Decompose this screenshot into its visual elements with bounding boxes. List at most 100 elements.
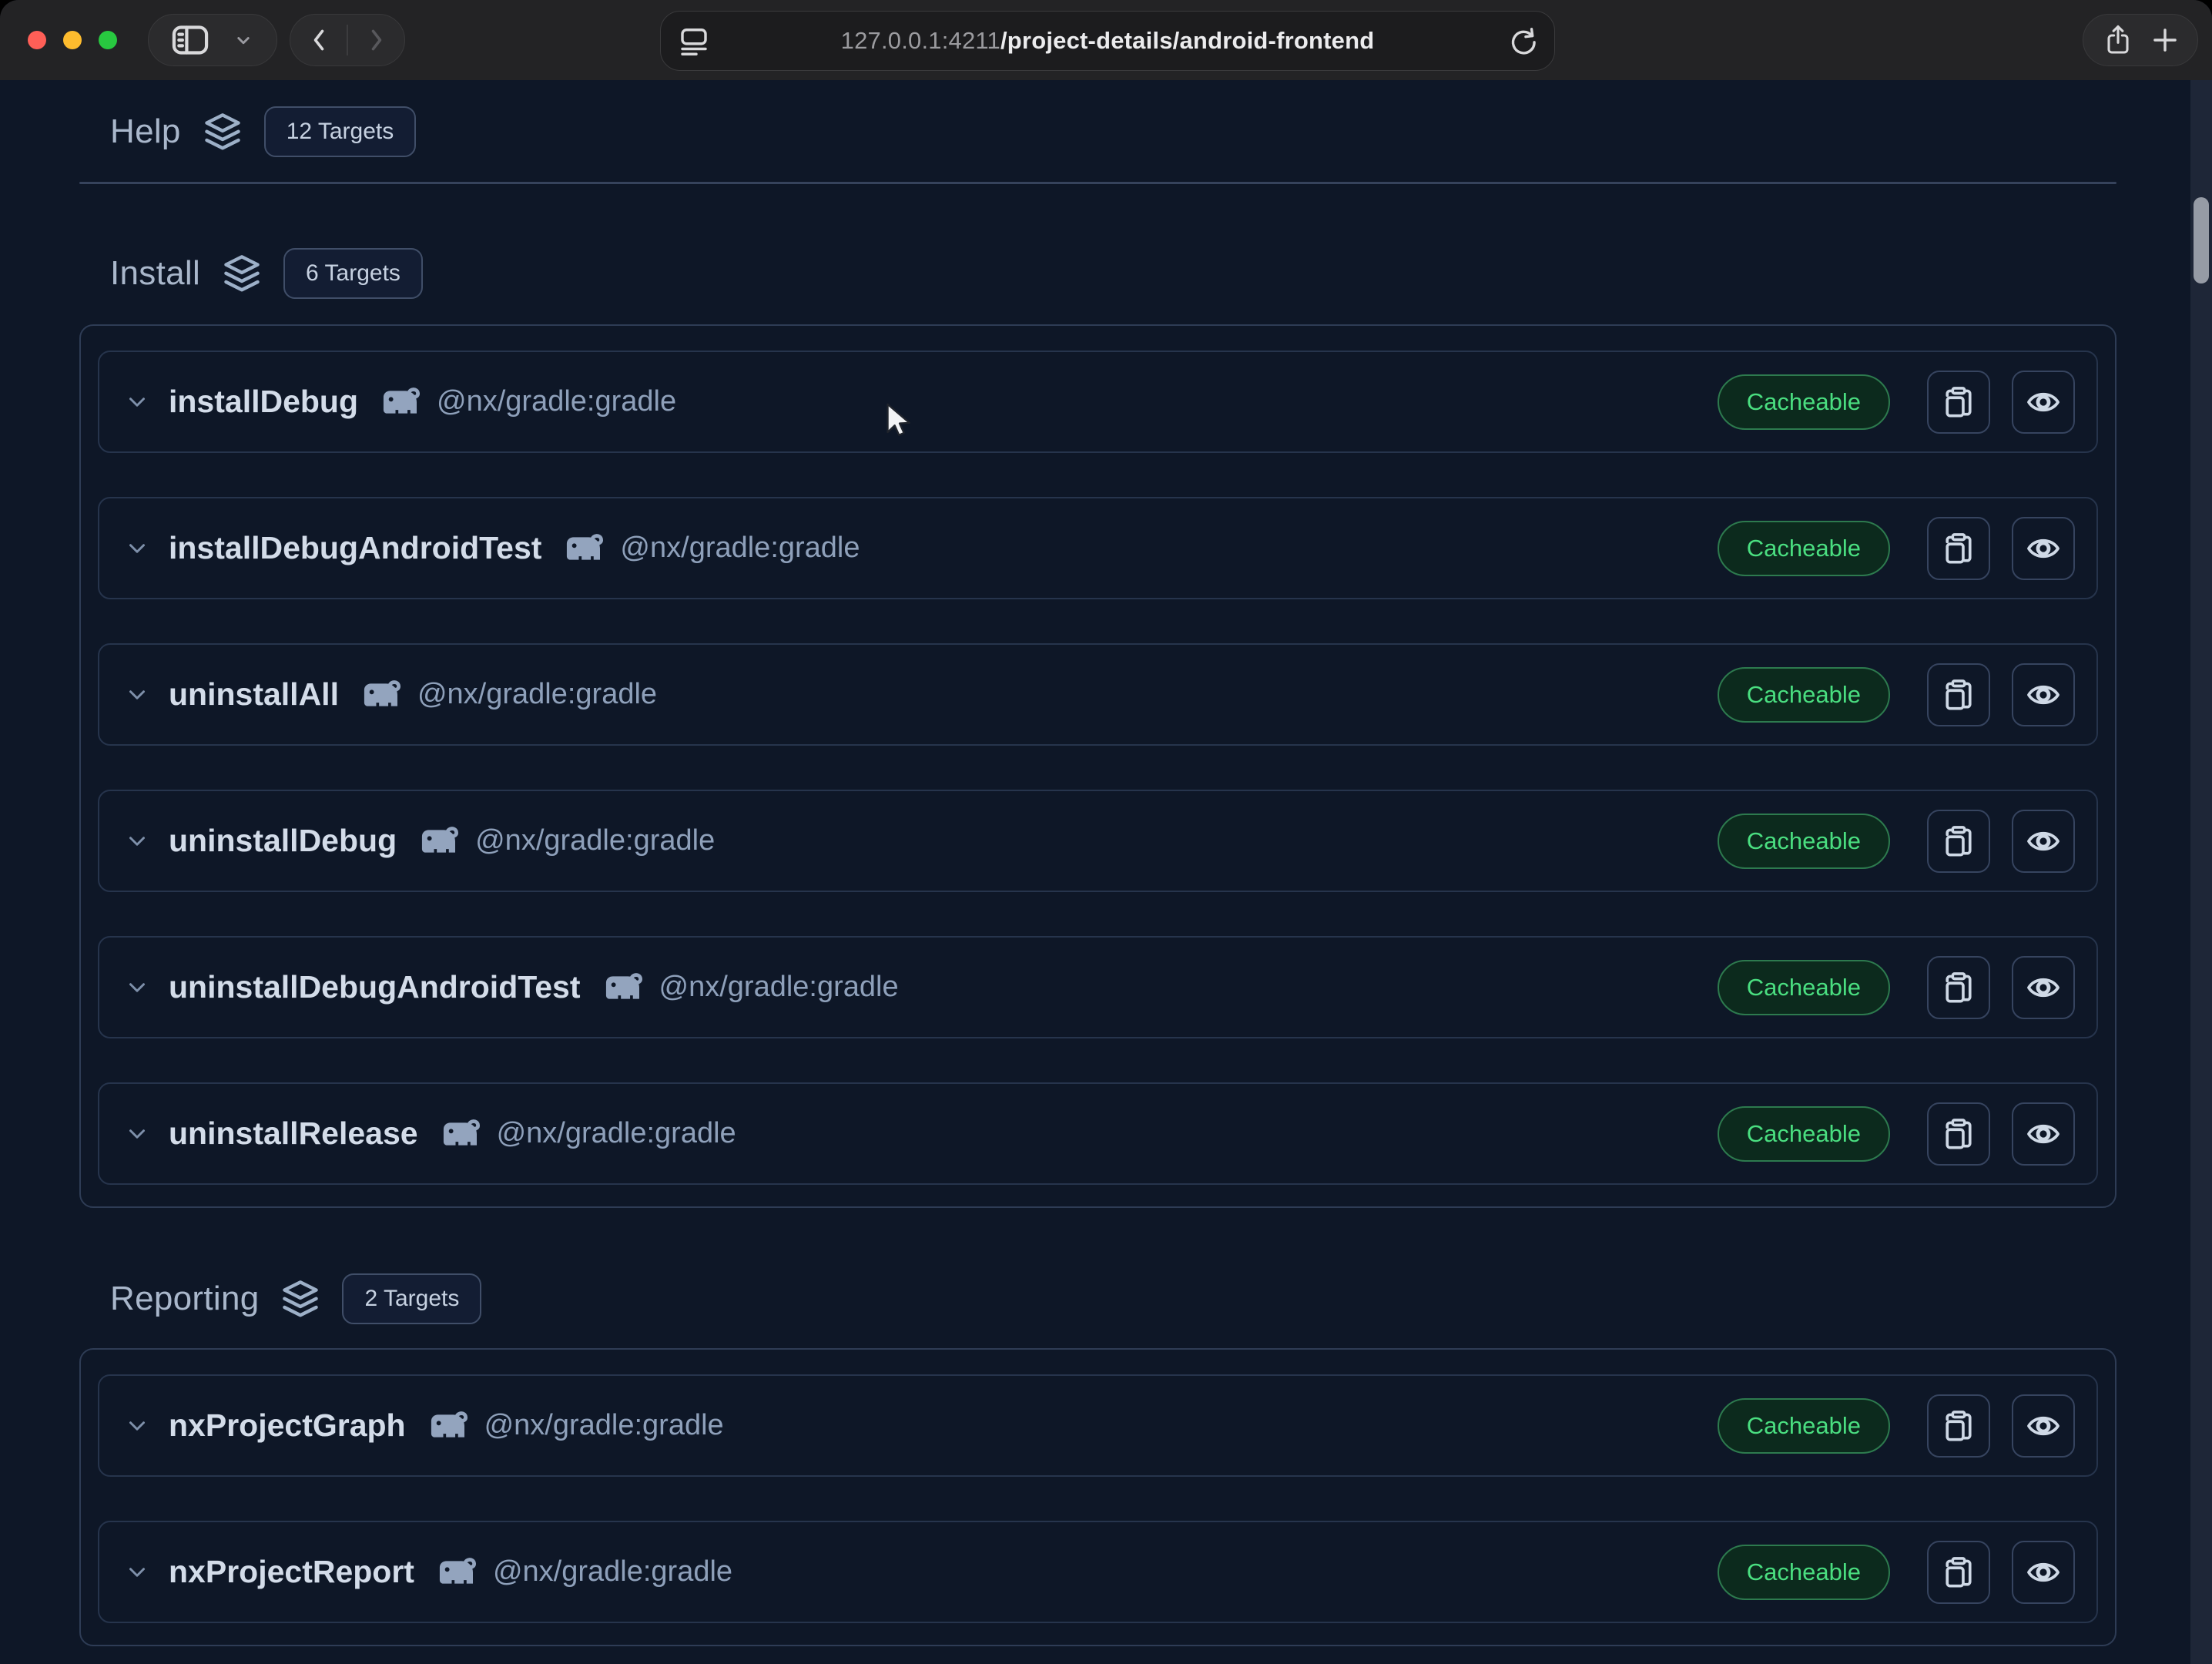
copy-icon — [1941, 970, 1976, 1005]
chevron-down-icon[interactable] — [124, 975, 150, 1001]
chevron-down-icon[interactable] — [124, 1559, 150, 1585]
gradle-icon — [424, 1409, 471, 1443]
target-name: installDebugAndroidTest — [169, 530, 541, 566]
copy-button[interactable] — [1927, 1541, 1990, 1604]
gradle-icon — [433, 1555, 479, 1589]
gradle-icon — [377, 385, 423, 419]
target-executor: @nx/gradle:gradle — [497, 1117, 736, 1150]
sidebar-menu-button[interactable] — [232, 29, 255, 52]
chevron-down-icon[interactable] — [124, 1413, 150, 1439]
chevron-down-icon[interactable] — [124, 389, 150, 415]
section-header-install: Install 6 Targets — [110, 247, 2116, 300]
mouse-cursor — [883, 402, 915, 442]
target-name: uninstallRelease — [169, 1115, 418, 1152]
browser-chrome: 127.0.0.1:4211/project-details/android-f… — [0, 0, 2212, 80]
eye-icon — [2025, 969, 2062, 1006]
target-row[interactable]: uninstallDebug @nx/gradle:gradle Cacheab… — [98, 790, 2098, 892]
target-name: nxProjectGraph — [169, 1407, 406, 1444]
target-row[interactable]: uninstallAll @nx/gradle:gradle Cacheable — [98, 643, 2098, 746]
view-button[interactable] — [2012, 1394, 2075, 1458]
reload-icon — [1507, 24, 1540, 58]
chevron-down-icon[interactable] — [124, 1121, 150, 1147]
scrollbar-thumb[interactable] — [2194, 197, 2209, 283]
sidebar-toggle-button[interactable] — [170, 23, 210, 57]
layers-icon — [201, 110, 244, 153]
eye-icon — [2025, 530, 2062, 567]
cacheable-badge: Cacheable — [1718, 521, 1890, 576]
url-host: 127.0.0.1:4211 — [841, 27, 1000, 54]
target-executor: @nx/gradle:gradle — [437, 385, 676, 418]
share-button[interactable] — [2103, 22, 2133, 58]
target-name: nxProjectReport — [169, 1554, 414, 1590]
view-button[interactable] — [2012, 371, 2075, 434]
targets-count-badge: 12 Targets — [264, 106, 417, 157]
copy-button[interactable] — [1927, 663, 1990, 726]
target-row[interactable]: uninstallRelease @nx/gradle:gradle Cache… — [98, 1082, 2098, 1185]
section-divider — [79, 182, 2116, 184]
target-executor: @nx/gradle:gradle — [659, 971, 899, 1004]
section-title: Install — [110, 254, 200, 293]
chevron-down-icon[interactable] — [124, 682, 150, 708]
copy-button[interactable] — [1927, 371, 1990, 434]
copy-icon — [1941, 1555, 1976, 1590]
cacheable-badge: Cacheable — [1718, 814, 1890, 869]
view-button[interactable] — [2012, 810, 2075, 873]
target-executor: @nx/gradle:gradle — [493, 1555, 732, 1589]
copy-button[interactable] — [1927, 517, 1990, 580]
chevron-down-icon[interactable] — [124, 828, 150, 854]
back-button[interactable] — [307, 26, 330, 54]
target-row[interactable]: nxProjectReport @nx/gradle:gradle Cachea… — [98, 1521, 2098, 1623]
gradle-icon — [437, 1117, 483, 1151]
target-row[interactable]: installDebug @nx/gradle:gradle Cacheable — [98, 351, 2098, 453]
chevron-down-icon[interactable] — [124, 535, 150, 562]
page-settings-button[interactable] — [678, 25, 710, 57]
nav-divider — [347, 25, 348, 55]
eye-icon — [2025, 1554, 2062, 1591]
layers-icon — [220, 252, 263, 295]
layers-icon — [279, 1277, 322, 1320]
section-title: Help — [110, 112, 181, 151]
section-title: Reporting — [110, 1280, 259, 1318]
new-tab-button[interactable] — [2152, 27, 2178, 53]
copy-button[interactable] — [1927, 1102, 1990, 1166]
copy-icon — [1941, 531, 1976, 566]
reload-button[interactable] — [1507, 24, 1540, 58]
forward-button[interactable] — [365, 26, 388, 54]
copy-icon — [1941, 824, 1976, 859]
cacheable-badge: Cacheable — [1718, 960, 1890, 1015]
scrollbar-track[interactable] — [2190, 80, 2212, 1664]
view-button[interactable] — [2012, 1541, 2075, 1604]
view-button[interactable] — [2012, 663, 2075, 726]
copy-button[interactable] — [1927, 956, 1990, 1019]
view-button[interactable] — [2012, 517, 2075, 580]
url-text: 127.0.0.1:4211/project-details/android-f… — [661, 27, 1554, 55]
copy-icon — [1941, 1116, 1976, 1152]
copy-button[interactable] — [1927, 1394, 1990, 1458]
target-row[interactable]: installDebugAndroidTest @nx/gradle:gradl… — [98, 497, 2098, 599]
chevron-down-icon — [232, 29, 255, 52]
reader-icon — [678, 25, 710, 57]
view-button[interactable] — [2012, 1102, 2075, 1166]
reporting-targets-container: nxProjectGraph @nx/gradle:gradle Cacheab… — [79, 1348, 2116, 1646]
share-icon — [2103, 22, 2133, 58]
toolbar-actions-group — [2083, 14, 2198, 66]
copy-button[interactable] — [1927, 810, 1990, 873]
view-button[interactable] — [2012, 956, 2075, 1019]
minimize-button[interactable] — [63, 31, 82, 49]
target-row[interactable]: nxProjectGraph @nx/gradle:gradle Cacheab… — [98, 1374, 2098, 1477]
cacheable-badge: Cacheable — [1718, 667, 1890, 723]
cacheable-badge: Cacheable — [1718, 1398, 1890, 1454]
close-button[interactable] — [28, 31, 46, 49]
copy-icon — [1941, 1408, 1976, 1444]
eye-icon — [2025, 1407, 2062, 1444]
eye-icon — [2025, 676, 2062, 713]
forward-icon — [365, 26, 388, 54]
url-path: /project-details/android-frontend — [1000, 27, 1374, 54]
back-icon — [307, 26, 330, 54]
address-bar[interactable]: 127.0.0.1:4211/project-details/android-f… — [660, 11, 1555, 71]
target-name: uninstallAll — [169, 676, 339, 713]
zoom-button[interactable] — [99, 31, 117, 49]
target-row[interactable]: uninstallDebugAndroidTest @nx/gradle:gra… — [98, 936, 2098, 1038]
project-details-page: Help 12 Targets Install 6 Targets in — [0, 80, 2212, 1664]
gradle-icon — [415, 824, 461, 858]
